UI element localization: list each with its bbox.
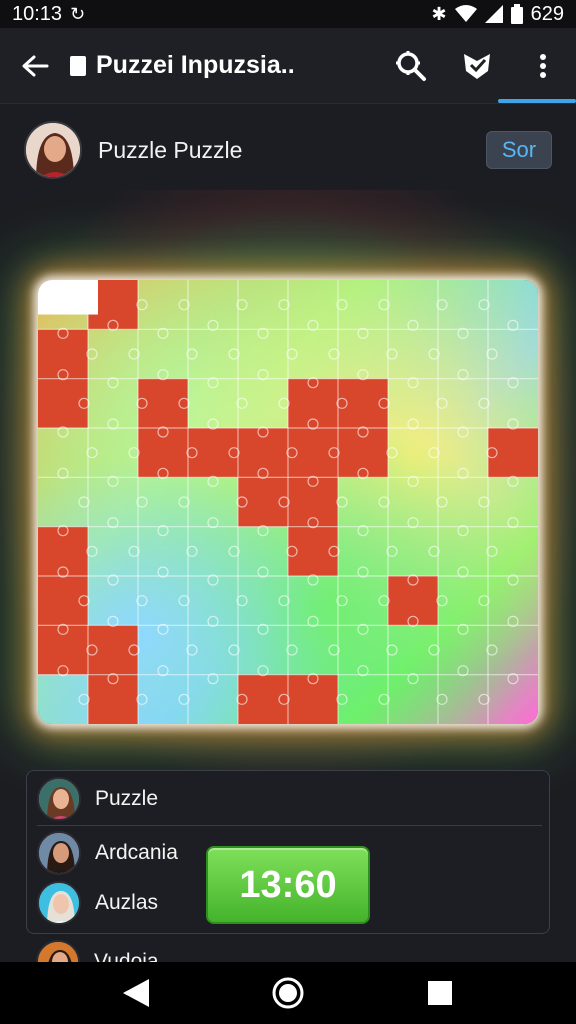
placed-piece[interactable] <box>288 477 338 527</box>
more-options-button[interactable] <box>510 28 576 104</box>
placed-piece[interactable] <box>188 428 238 478</box>
system-nav-bar <box>0 962 576 1024</box>
player-name: Puzzle <box>95 787 159 810</box>
placed-piece[interactable] <box>338 378 388 428</box>
placed-piece[interactable] <box>488 428 538 478</box>
nav-back-button[interactable] <box>106 963 166 1023</box>
player-avatar <box>37 881 81 925</box>
player-row[interactable]: Puzzle <box>37 777 158 821</box>
placed-piece[interactable] <box>38 378 88 428</box>
placed-piece[interactable] <box>38 576 88 626</box>
placed-piece[interactable] <box>38 329 88 379</box>
placed-piece[interactable] <box>288 674 338 724</box>
placed-piece[interactable] <box>238 428 288 478</box>
status-time: 10:13 <box>12 2 63 25</box>
placed-piece[interactable] <box>88 625 138 675</box>
placed-piece[interactable] <box>38 625 88 675</box>
app-title-group: Puzzei Inpuzsia.. <box>70 51 378 80</box>
puzzle-board[interactable] <box>38 280 538 724</box>
placed-piece[interactable] <box>138 378 188 428</box>
avatar[interactable] <box>24 121 82 179</box>
sort-button[interactable]: Sor <box>486 131 552 169</box>
recents-square-icon <box>428 981 452 1005</box>
nav-home-button[interactable] <box>258 963 318 1023</box>
player-row[interactable]: Auzlas <box>37 881 158 925</box>
sync-icon: ↻ <box>70 4 86 24</box>
placed-piece[interactable] <box>388 576 438 626</box>
profile-name: Puzzle Puzzle <box>98 136 243 163</box>
placed-piece[interactable] <box>288 378 338 428</box>
placed-piece[interactable] <box>338 428 388 478</box>
player-avatar <box>37 831 81 875</box>
placed-piece[interactable] <box>288 428 338 478</box>
title-square-icon <box>70 55 86 76</box>
empty-slot[interactable] <box>38 280 98 315</box>
player-row[interactable]: Ardcania <box>37 831 178 875</box>
countdown-timer: 13:60 <box>206 846 370 924</box>
placed-piece[interactable] <box>38 526 88 576</box>
search-button[interactable] <box>378 28 444 104</box>
active-tab-indicator <box>498 99 576 103</box>
bookmark-button[interactable] <box>444 28 510 104</box>
divider <box>37 825 542 826</box>
placed-piece[interactable] <box>238 674 288 724</box>
more-vert-icon <box>540 53 546 78</box>
search-icon <box>396 50 426 81</box>
placed-piece[interactable] <box>238 477 288 527</box>
app-bar: Puzzei Inpuzsia.. <box>0 28 576 104</box>
app-title: Puzzei Inpuzsia.. <box>96 51 295 79</box>
back-arrow-icon <box>22 55 49 76</box>
player-name: Auzlas <box>95 891 159 914</box>
player-name: Ardcania <box>95 841 178 864</box>
wifi-icon <box>454 5 477 22</box>
nav-recents-button[interactable] <box>410 963 470 1023</box>
player-avatar <box>37 777 81 821</box>
profile-row: Puzzle Puzzle Sor <box>24 120 552 180</box>
bookmark-icon <box>464 53 490 79</box>
back-triangle-icon <box>123 979 149 1007</box>
battery-icon <box>510 4 523 24</box>
bluetooth-icon: ✱ <box>431 4 447 24</box>
home-circle-icon <box>272 977 304 1009</box>
placed-piece[interactable] <box>88 674 138 724</box>
battery-level: 629 <box>530 2 564 25</box>
back-button[interactable] <box>0 28 70 104</box>
signal-icon <box>484 5 503 23</box>
placed-piece[interactable] <box>288 526 338 576</box>
placed-piece[interactable] <box>138 428 188 478</box>
status-bar: 10:13 ↻ ✱ 629 <box>0 0 576 28</box>
